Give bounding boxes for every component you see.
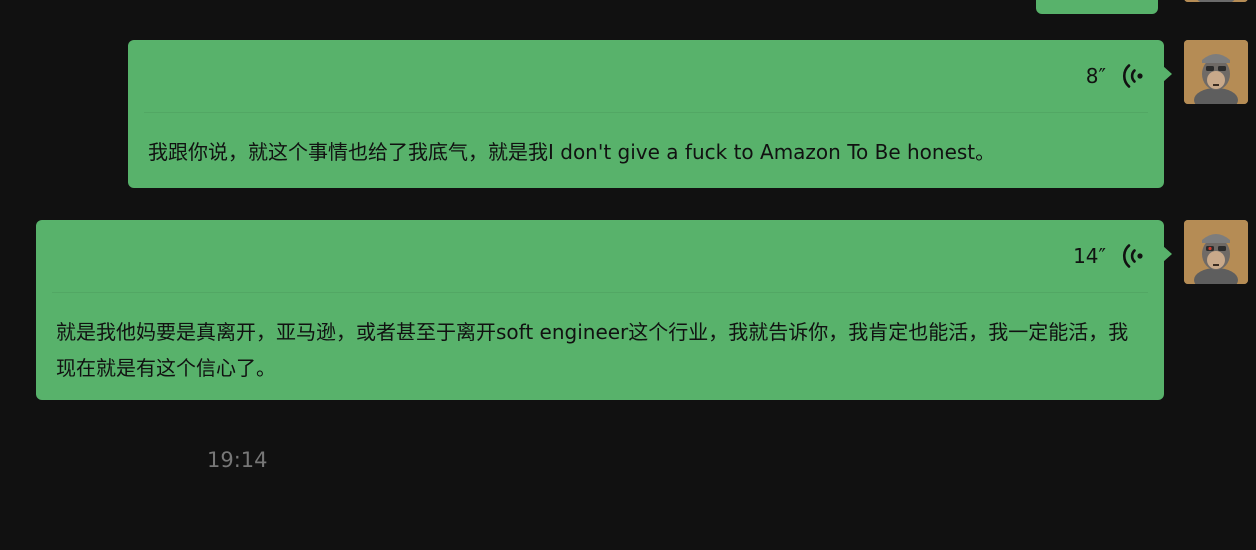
- ape-avatar-icon: [1184, 0, 1248, 2]
- voice-transcript-text: 就是我他妈要是真离开，亚马逊，或者甚至于离开soft engineer这个行业，…: [56, 320, 1129, 380]
- sender-avatar[interactable]: [1184, 40, 1248, 104]
- voice-duration: 14″: [1073, 244, 1106, 268]
- previous-message-bubble[interactable]: [1036, 0, 1158, 14]
- voice-duration: 8″: [1085, 64, 1106, 88]
- transcript-divider: [144, 112, 1148, 113]
- message-timestamp: 19:14: [207, 448, 268, 472]
- transcript-divider: [52, 292, 1148, 293]
- voice-message-bubble[interactable]: 14″ 就是我他妈要是真离开，亚马逊，或者甚至于离开soft engineer这…: [36, 220, 1172, 400]
- sender-avatar[interactable]: [1184, 220, 1248, 284]
- ape-avatar-icon: [1184, 220, 1248, 284]
- voice-wave-icon[interactable]: [1118, 61, 1148, 91]
- chat-area: 8″ 我跟你说，就这个事情也给了我底气，就是我I don't give a fu…: [0, 0, 1256, 550]
- bubble-tail: [1163, 66, 1172, 82]
- voice-transcript-text: 我跟你说，就这个事情也给了我底气，就是我I don't give a fuck …: [148, 140, 996, 164]
- voice-message-bubble[interactable]: 8″ 我跟你说，就这个事情也给了我底气，就是我I don't give a fu…: [128, 40, 1172, 188]
- voice-playback-row[interactable]: 8″: [1086, 56, 1148, 96]
- voice-playback-row[interactable]: 14″: [1073, 236, 1148, 276]
- bubble-tail: [1163, 246, 1172, 262]
- ape-avatar-icon: [1184, 40, 1248, 104]
- voice-wave-icon[interactable]: [1118, 241, 1148, 271]
- avatar-previous[interactable]: [1184, 0, 1248, 2]
